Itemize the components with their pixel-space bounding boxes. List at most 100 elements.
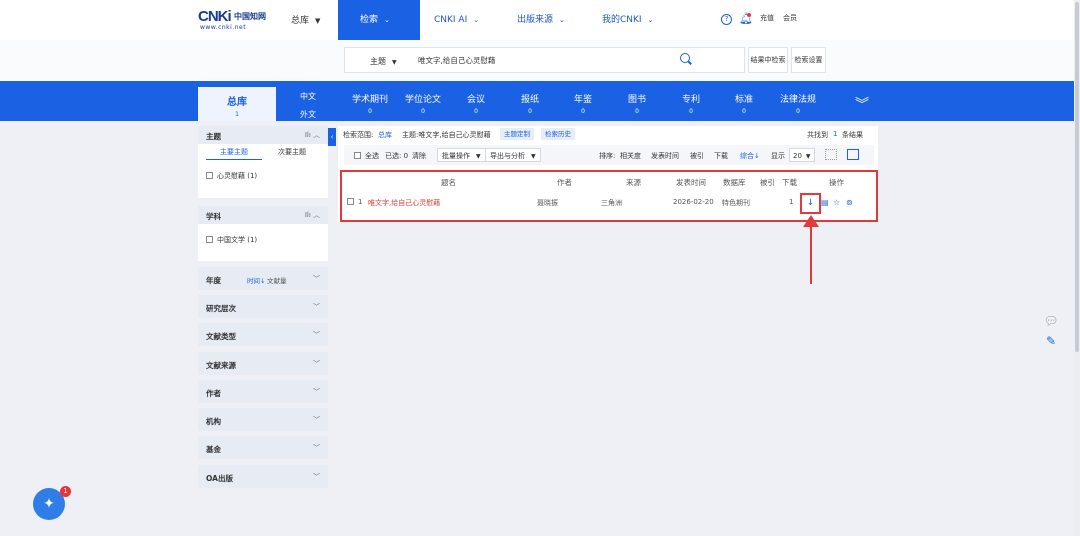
facet-oa[interactable]: OA出版 ﹀ <box>198 465 328 488</box>
col-cited[interactable]: 被引 <box>760 177 775 188</box>
nav-my-cnki-label: 我的CNKI <box>602 15 642 25</box>
expand-categories-icon[interactable]: ︾ <box>855 94 869 114</box>
help-icon[interactable]: ? <box>721 14 732 25</box>
facet-title: 文献来源 <box>206 361 236 370</box>
category-law[interactable]: 法律法规 0 <box>772 92 824 115</box>
database-select[interactable]: 总库 ▼ <box>291 13 320 26</box>
feedback-icon[interactable]: 💬︎ <box>1041 311 1061 331</box>
read-online-icon[interactable]: ▤ <box>821 198 829 207</box>
category-standard[interactable]: 标准 0 <box>718 92 770 115</box>
result-title-link[interactable]: 唯文字,给自己心灵慰藉 <box>368 198 440 208</box>
col-downloads[interactable]: 下载 <box>782 177 797 188</box>
facet-subject-header[interactable]: 学科 Ilı ︿ <box>198 206 328 224</box>
facet-author[interactable]: 作者 ﹀ <box>198 380 328 403</box>
year-sort-count[interactable]: 文献量 <box>267 275 287 285</box>
facet-fund[interactable]: 基金 ﹀ <box>198 436 328 459</box>
facet-item-subject[interactable]: 中国文学 (1) <box>206 235 257 245</box>
category-conference[interactable]: 会议 0 <box>450 92 502 115</box>
recharge-link[interactable]: 充值 <box>760 13 774 23</box>
scrollbar-thumb[interactable] <box>1075 2 1079 352</box>
facet-institution[interactable]: 机构 ﹀ <box>198 408 328 431</box>
tab-main-topic[interactable]: 主要主题 <box>206 144 262 160</box>
cnki-logo[interactable]: CNKi 中国知网 www.cnki.net <box>198 8 272 32</box>
search-field-select[interactable]: 主题 ▼ <box>370 56 397 67</box>
select-all-label: 全选 <box>365 152 379 160</box>
page-size-select[interactable]: 20 ▼ <box>789 148 815 162</box>
category-journal[interactable]: 学术期刊 0 <box>344 92 396 115</box>
category-newspaper[interactable]: 报纸 0 <box>504 92 556 115</box>
lang-chinese[interactable]: 中文 <box>300 91 316 102</box>
facet-topic-header[interactable]: 主题 Ilı ︿ <box>198 126 328 144</box>
lang-foreign[interactable]: 外文 <box>300 109 316 120</box>
category-yearbook[interactable]: 年鉴 0 <box>557 92 609 115</box>
nav-publication-source-label: 出版来源 <box>517 15 554 25</box>
col-database[interactable]: 数据库 <box>723 177 746 188</box>
col-author[interactable]: 作者 <box>557 177 572 188</box>
cite-icon[interactable]: ⊚ <box>846 198 853 207</box>
sort-composite[interactable]: 综合↓ <box>740 151 760 161</box>
grid-view-icon[interactable] <box>825 149 837 160</box>
checkbox[interactable] <box>354 152 361 159</box>
download-icon[interactable]: ↓ <box>800 193 821 214</box>
col-ops: 操作 <box>829 178 844 187</box>
favorite-icon[interactable]: ☆ <box>833 198 840 207</box>
scope-value[interactable]: 总库 <box>378 130 392 140</box>
search-settings-button[interactable]: 检索设置 <box>791 47 826 73</box>
search-icon[interactable] <box>680 53 690 63</box>
facet-year[interactable]: 年度 时间↓ 文献量 ﹀ <box>198 267 328 290</box>
checkbox[interactable] <box>347 198 354 205</box>
checkbox[interactable] <box>206 236 213 243</box>
caret-down-icon: ▼ <box>476 153 481 160</box>
facet-item-topic[interactable]: 心灵慰藉 (1) <box>206 171 257 181</box>
facet-title: 主题 <box>206 132 221 141</box>
nav-cnki-ai[interactable]: CNKI AI ⌄ <box>420 0 503 40</box>
list-view-icon[interactable] <box>847 149 859 160</box>
facet-doc-source[interactable]: 文献来源 ﹀ <box>198 352 328 375</box>
facet-doc-type[interactable]: 文献类型 ﹀ <box>198 323 328 346</box>
year-sort-time[interactable]: 时间↓ <box>247 275 265 285</box>
topic-custom-button[interactable]: 主题定制 <box>500 128 534 140</box>
batch-ops-button[interactable]: 批量操作 ▼ <box>437 148 486 162</box>
chevron-down-icon: ﹀ <box>313 303 320 311</box>
col-date[interactable]: 发表时间 <box>676 177 706 188</box>
tab-sub-topic[interactable]: 次要主题 <box>264 144 320 160</box>
export-analysis-button[interactable]: 导出与分析 ▼ <box>485 148 541 162</box>
checkbox[interactable] <box>206 172 213 179</box>
col-title[interactable]: 题名 <box>441 177 456 188</box>
category-thesis[interactable]: 学位论文 0 <box>397 92 449 115</box>
search-input[interactable] <box>418 48 678 72</box>
nav-my-cnki[interactable]: 我的CNKI ⌄ <box>588 0 668 40</box>
sort-download[interactable]: 下载 <box>714 151 728 161</box>
col-source[interactable]: 来源 <box>626 177 641 188</box>
category-patent[interactable]: 专利 0 <box>665 92 717 115</box>
edit-pencil-icon[interactable]: ✎ <box>1041 331 1061 351</box>
category-all[interactable]: 总库 1 <box>198 87 276 121</box>
member-link[interactable]: 会员 <box>783 13 797 23</box>
selected-count: 已选: 0 <box>385 152 409 160</box>
category-book[interactable]: 图书 0 <box>611 92 663 115</box>
result-author[interactable]: 聂晓振 <box>537 198 558 208</box>
sidebar-collapse-icon[interactable]: ‹ <box>328 128 336 146</box>
row-checkbox[interactable]: 1 <box>347 198 362 206</box>
chevron-down-icon: ﹀ <box>313 416 320 424</box>
facet-research-level[interactable]: 研究层次 ﹀ <box>198 295 328 318</box>
search-in-results-button[interactable]: 结果中检索 <box>748 47 788 73</box>
clear-button[interactable]: 清除 <box>412 151 426 161</box>
sort-cited[interactable]: 被引 <box>690 151 704 161</box>
nav-search[interactable]: 检索 ⌄ <box>338 0 420 40</box>
category-count: 0 <box>368 108 372 115</box>
sort-relevance[interactable]: 相关度 <box>620 151 641 161</box>
nav-cnki-ai-label: CNKI AI <box>434 15 468 25</box>
sort-date[interactable]: 发表时间 <box>651 151 679 161</box>
result-source[interactable]: 三角洲 <box>601 198 622 208</box>
display-label: 显示 <box>771 152 785 160</box>
category-label: 学位论文 <box>404 95 441 105</box>
nav-publication-source[interactable]: 出版来源 ⌄ <box>503 0 588 40</box>
select-all-checkbox[interactable]: 全选 <box>354 151 379 161</box>
chart-chevron-icon[interactable]: Ilı ︿ <box>305 130 320 140</box>
category-label: 标准 <box>734 95 753 105</box>
search-history-button[interactable]: 检索历史 <box>541 128 575 140</box>
chevron-down-icon: ﹀ <box>313 473 320 481</box>
chart-chevron-icon[interactable]: Ilı ︿ <box>305 210 320 220</box>
row-index: 1 <box>358 198 363 206</box>
